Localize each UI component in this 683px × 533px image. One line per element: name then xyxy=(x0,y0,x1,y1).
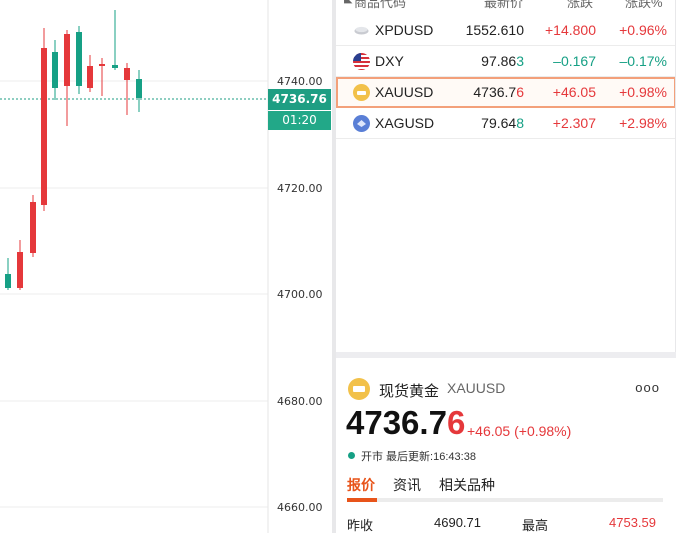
candle-body xyxy=(41,48,47,205)
y-axis-label: 4680.00 xyxy=(277,395,323,408)
instrument-symbol: XAUUSD xyxy=(447,380,506,396)
watchlist: ◣ 商品代码 最新价 涨跌 涨跌% XPDUSD 1552.610 +14.80… xyxy=(336,0,676,352)
status-dot-icon xyxy=(348,452,355,459)
change-pct: +0.98% xyxy=(619,84,667,100)
change-pct: +0.96% xyxy=(619,22,667,38)
column-header-pct[interactable]: 涨跌% xyxy=(625,0,663,11)
last-price: 97.863 xyxy=(481,53,524,69)
y-axis-label: 4740.00 xyxy=(277,75,323,88)
candle-body xyxy=(30,202,36,253)
y-axis-label: 4700.00 xyxy=(277,288,323,301)
tab-quote[interactable]: 报价 xyxy=(347,475,375,495)
change-pct: –0.17% xyxy=(619,53,667,69)
change: +14.800 xyxy=(545,22,596,38)
change: +46.05 xyxy=(552,84,596,100)
current-price-tag: 4736.76 xyxy=(268,89,331,110)
watchlist-header: ◣ 商品代码 最新价 涨跌 涨跌% xyxy=(336,0,676,11)
change-pct: +2.98% xyxy=(619,115,667,131)
symbol: XPDUSD xyxy=(375,22,434,38)
watchlist-row-xauusd[interactable]: XAUUSD 4736.76 +46.05 +0.98% xyxy=(336,77,676,108)
watchlist-row-xpdusd[interactable]: XPDUSD 1552.610 +14.800 +0.96% xyxy=(336,15,676,46)
trading-screen: 4740.00 4720.00 4700.00 4680.00 4660.00 … xyxy=(0,0,683,533)
last-price: 1552.610 xyxy=(465,22,524,38)
prev-close-label: 昨收 xyxy=(347,518,374,533)
candle-body xyxy=(87,66,93,88)
detail-change: +46.05 (+0.98%) xyxy=(467,423,572,439)
y-axis-label: 4660.00 xyxy=(277,501,323,514)
quote-stats-row: 昨收 4690.71 最高 4753.59 xyxy=(347,515,667,533)
candlestick-chart[interactable]: 4740.00 4720.00 4700.00 4680.00 4660.00 … xyxy=(0,0,332,533)
watchlist-row-dxy[interactable]: DXY 97.863 –0.167 –0.17% xyxy=(336,46,676,77)
gold-coin-icon xyxy=(353,84,370,101)
candle-body xyxy=(5,274,11,288)
candle-body xyxy=(52,52,58,88)
symbol: XAGUSD xyxy=(375,115,435,131)
candle-body xyxy=(112,65,118,68)
instrument-name: 现货黄金 xyxy=(379,383,440,400)
watchlist-row-xagusd[interactable]: XAGUSD 79.648 +2.307 +2.98% xyxy=(336,108,676,139)
silver-coin-icon xyxy=(353,115,370,132)
gold-coin-icon xyxy=(348,378,370,400)
symbol: XAUUSD xyxy=(375,84,434,100)
bar-countdown-tag: 01:20 xyxy=(268,111,331,130)
high-value: 4753.59 xyxy=(609,515,656,530)
candle-body xyxy=(17,252,23,288)
silver-bar-icon xyxy=(353,22,370,39)
column-header-symbol[interactable]: 商品代码 xyxy=(354,0,406,11)
change: +2.307 xyxy=(552,115,596,131)
candle-body xyxy=(76,32,82,86)
prev-close-value: 4690.71 xyxy=(434,515,481,530)
last-price: 4736.76 xyxy=(473,84,524,100)
high-label: 最高 xyxy=(522,518,549,533)
change: –0.167 xyxy=(553,53,596,69)
last-price: 79.648 xyxy=(481,115,524,131)
candle-body xyxy=(99,64,105,66)
more-options-icon[interactable]: ooo xyxy=(635,380,660,395)
detail-price: 4736.76 xyxy=(346,404,466,441)
column-header-last[interactable]: 最新价 xyxy=(484,0,523,11)
y-axis-label: 4720.00 xyxy=(277,182,323,195)
candle-body xyxy=(136,79,142,98)
symbol: DXY xyxy=(375,53,404,69)
candle-body xyxy=(124,68,130,80)
quote-detail-panel: 现货黄金 XAUUSD ooo 4736.76 +46.05 (+0.98%) … xyxy=(336,358,676,533)
us-flag-icon xyxy=(353,53,370,70)
watchlist-border xyxy=(675,0,676,352)
tab-indicator-track xyxy=(347,498,663,502)
tab-news[interactable]: 资讯 xyxy=(393,475,421,495)
tab-indicator xyxy=(347,498,377,502)
sort-arrow-icon[interactable]: ◣ xyxy=(344,0,352,5)
tab-related[interactable]: 相关品种 xyxy=(439,475,495,495)
market-status: 开市 最后更新:16:43:38 xyxy=(348,448,476,464)
column-header-change[interactable]: 涨跌 xyxy=(567,0,593,11)
candle-body xyxy=(64,34,70,86)
